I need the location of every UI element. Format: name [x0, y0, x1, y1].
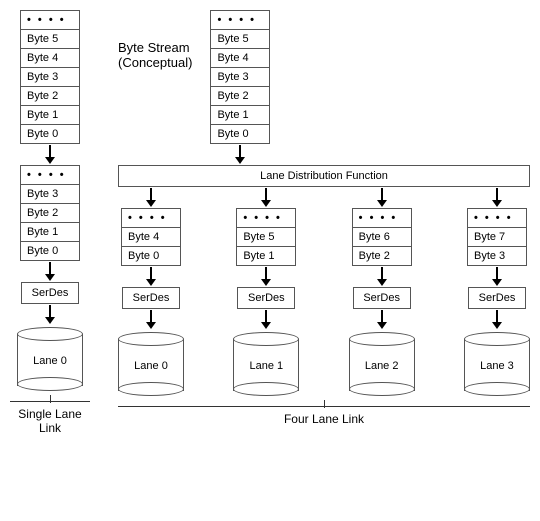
buffer-byte: Byte 3 — [21, 185, 79, 204]
lane-cylinder: Lane 3 — [464, 332, 530, 396]
buffer-byte: Byte 2 — [21, 204, 79, 223]
serdes-block: SerDes — [237, 287, 295, 309]
four-lane-brace: Four Lane Link — [118, 402, 530, 426]
lane-cylinder: Lane 1 — [233, 332, 299, 396]
arrow-down-icon — [496, 188, 498, 202]
lane-cylinder: Lane 0 — [118, 332, 184, 396]
ellipsis-icon: • • • • — [21, 166, 79, 185]
arrow-down-icon — [150, 188, 152, 202]
single-lane-column: • • • • Byte 5 Byte 4 Byte 3 Byte 2 Byte… — [10, 10, 90, 435]
lane-buffer-left: • • • • Byte 3 Byte 2 Byte 1 Byte 0 — [20, 165, 80, 261]
stream-byte: Byte 1 — [21, 106, 79, 125]
buffer-byte: Byte 4 — [122, 228, 180, 247]
single-lane-caption: Single Lane Link — [10, 407, 90, 435]
stream-byte: Byte 4 — [21, 49, 79, 68]
single-lane-brace: Single Lane Link — [10, 397, 90, 435]
lane-buffer: • • • • Byte 5 Byte 1 — [236, 208, 296, 266]
arrow-down-icon — [496, 267, 498, 281]
buffer-byte: Byte 0 — [21, 242, 79, 261]
lane-buffer: • • • • Byte 7 Byte 3 — [467, 208, 527, 266]
ellipsis-icon: • • • • — [468, 209, 526, 228]
arrow-down-icon — [49, 305, 51, 319]
four-lane-caption: Four Lane Link — [118, 412, 530, 426]
stream-byte: Byte 3 — [21, 68, 79, 87]
lane-2-column: • • • • Byte 6 Byte 2 SerDes Lane 2 — [349, 187, 415, 396]
input-byte-stream-left: • • • • Byte 5 Byte 4 Byte 3 Byte 2 Byte… — [20, 10, 80, 144]
lane-label: Lane 0 — [17, 355, 83, 367]
arrow-down-icon — [49, 262, 51, 276]
buffer-byte: Byte 0 — [122, 247, 180, 266]
stream-byte: Byte 0 — [211, 125, 269, 144]
ellipsis-icon: • • • • — [122, 209, 180, 228]
byte-striping-diagram: • • • • Byte 5 Byte 4 Byte 3 Byte 2 Byte… — [10, 10, 530, 435]
input-byte-stream-right: • • • • Byte 5 Byte 4 Byte 3 Byte 2 Byte… — [210, 10, 270, 144]
serdes-block: SerDes — [21, 282, 79, 304]
lane-label: Lane 2 — [349, 360, 415, 372]
stream-byte: Byte 1 — [211, 106, 269, 125]
lane-buffer: • • • • Byte 4 Byte 0 — [121, 208, 181, 266]
stream-byte: Byte 5 — [211, 30, 269, 49]
arrow-down-icon — [150, 310, 152, 324]
lane-cylinder: Lane 2 — [349, 332, 415, 396]
lane-buffer: • • • • Byte 6 Byte 2 — [352, 208, 412, 266]
arrow-down-icon — [49, 145, 51, 159]
arrow-down-icon — [381, 188, 383, 202]
lane-label: Lane 0 — [118, 360, 184, 372]
stream-byte: Byte 2 — [211, 87, 269, 106]
buffer-byte: Byte 1 — [21, 223, 79, 242]
arrow-down-icon — [265, 267, 267, 281]
byte-stream-title: Byte Stream (Conceptual) — [118, 10, 210, 70]
stream-byte: Byte 4 — [211, 49, 269, 68]
serdes-block: SerDes — [353, 287, 411, 309]
buffer-byte: Byte 7 — [468, 228, 526, 247]
lane-0-column: • • • • Byte 4 Byte 0 SerDes Lane 0 — [118, 187, 184, 396]
lane-distribution-function: Lane Distribution Function — [118, 165, 530, 187]
stream-byte: Byte 5 — [21, 30, 79, 49]
buffer-byte: Byte 6 — [353, 228, 411, 247]
lane-label: Lane 1 — [233, 360, 299, 372]
arrow-down-icon — [381, 310, 383, 324]
buffer-byte: Byte 1 — [237, 247, 295, 266]
four-lane-column: Byte Stream (Conceptual) • • • • Byte 5 … — [118, 10, 530, 426]
stream-byte: Byte 2 — [21, 87, 79, 106]
buffer-byte: Byte 2 — [353, 247, 411, 266]
buffer-byte: Byte 3 — [468, 247, 526, 266]
arrow-down-icon — [496, 310, 498, 324]
ellipsis-icon: • • • • — [211, 11, 269, 30]
arrow-down-icon — [265, 310, 267, 324]
ellipsis-icon: • • • • — [21, 11, 79, 30]
arrow-down-icon — [150, 267, 152, 281]
lane-3-column: • • • • Byte 7 Byte 3 SerDes Lane 3 — [464, 187, 530, 396]
arrow-down-icon — [265, 188, 267, 202]
ellipsis-icon: • • • • — [353, 209, 411, 228]
arrow-down-icon — [381, 267, 383, 281]
buffer-byte: Byte 5 — [237, 228, 295, 247]
arrow-down-icon — [239, 145, 241, 159]
lane-label: Lane 3 — [464, 360, 530, 372]
ellipsis-icon: • • • • — [237, 209, 295, 228]
lane-1-column: • • • • Byte 5 Byte 1 SerDes Lane 1 — [233, 187, 299, 396]
serdes-block: SerDes — [468, 287, 526, 309]
stream-byte: Byte 0 — [21, 125, 79, 144]
serdes-block: SerDes — [122, 287, 180, 309]
stream-byte: Byte 3 — [211, 68, 269, 87]
lane-cylinder: Lane 0 — [17, 327, 83, 391]
